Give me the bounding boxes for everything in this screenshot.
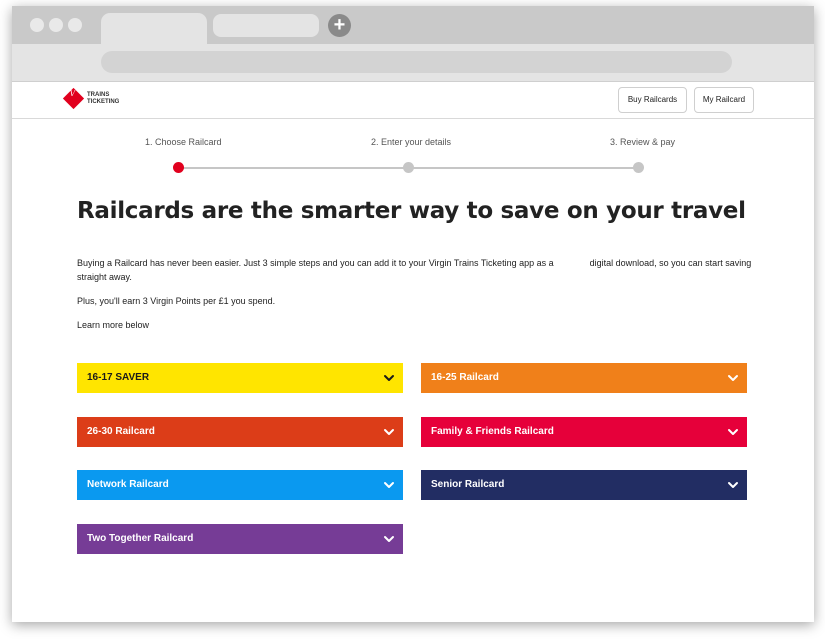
- chevron-down-icon[interactable]: [727, 372, 739, 384]
- logo-text[interactable]: TRAINS TICKETING: [87, 92, 120, 106]
- site-header: V TRAINS TICKETING Buy Railcards My Rail…: [12, 82, 814, 119]
- railcard-label: Network Railcard: [87, 479, 169, 490]
- plus-icon[interactable]: +: [328, 14, 351, 37]
- railcard-label: 16-25 Railcard: [431, 372, 499, 383]
- step-2-label: 2. Enter your details: [371, 137, 452, 147]
- chevron-down-icon[interactable]: [727, 479, 739, 491]
- railcard-accordion-4[interactable]: Network Railcard: [77, 470, 403, 500]
- chevron-down-icon[interactable]: [383, 479, 395, 491]
- buy-railcards-button[interactable]: Buy Railcards: [618, 87, 687, 113]
- address-bar[interactable]: [101, 51, 732, 73]
- chevron-down-icon[interactable]: [383, 372, 395, 384]
- browser-tab-inactive[interactable]: [213, 14, 319, 37]
- railcard-accordion-0[interactable]: 16-17 SAVER: [77, 363, 403, 393]
- learn-more-text: Learn more below: [77, 320, 150, 330]
- my-railcard-button[interactable]: My Railcard: [694, 87, 754, 113]
- intro-paragraph: Buying a Railcard has never been easier.…: [77, 256, 757, 284]
- points-text: Plus, you'll earn 3 Virgin Points per £1…: [77, 296, 276, 306]
- railcard-label: Family & Friends Railcard: [431, 426, 554, 437]
- railcard-label: Two Together Railcard: [87, 533, 194, 544]
- railcard-accordion-6[interactable]: Two Together Railcard: [77, 524, 403, 554]
- step-1-label: 1. Choose Railcard: [145, 137, 222, 147]
- window-minimize-dot[interactable]: [49, 18, 63, 32]
- logo-label: TRAINS TICKETING: [87, 92, 120, 105]
- progress-stepper: 1. Choose Railcard 2. Enter your details…: [12, 118, 814, 188]
- chevron-down-icon[interactable]: [383, 426, 395, 438]
- virgin-logo-icon[interactable]: V: [62, 87, 85, 110]
- intro-text-3: straight away.: [77, 272, 132, 282]
- browser-window: + V TRAINS TICKETING Buy Railcards My Ra…: [12, 6, 814, 622]
- step-2-dot: [403, 162, 414, 173]
- chevron-down-icon[interactable]: [727, 426, 739, 438]
- page-title: Railcards are the smarter way to save on…: [77, 198, 746, 224]
- browser-tab-active[interactable]: [101, 13, 207, 44]
- railcard-label: Senior Railcard: [431, 479, 505, 490]
- railcard-accordion-2[interactable]: 26-30 Railcard: [77, 417, 403, 447]
- window-maximize-dot[interactable]: [68, 18, 82, 32]
- railcard-accordion-3[interactable]: Family & Friends Railcard: [421, 417, 747, 447]
- step-3-label: 3. Review & pay: [610, 137, 676, 147]
- browser-toolbar: [12, 44, 814, 82]
- step-1-dot: [173, 162, 184, 173]
- browser-tab-strip: +: [12, 6, 814, 44]
- railcard-label: 16-17 SAVER: [87, 372, 150, 383]
- railcard-accordion-5[interactable]: Senior Railcard: [421, 470, 747, 500]
- intro-text-2: digital download, so you can start savin…: [589, 258, 752, 268]
- window-close-dot[interactable]: [30, 18, 44, 32]
- railcard-label: 26-30 Railcard: [87, 426, 155, 437]
- railcard-accordion-1[interactable]: 16-25 Railcard: [421, 363, 747, 393]
- intro-text-1: Buying a Railcard has never been easier.…: [77, 258, 554, 268]
- chevron-down-icon[interactable]: [383, 533, 395, 545]
- step-3-dot: [633, 162, 644, 173]
